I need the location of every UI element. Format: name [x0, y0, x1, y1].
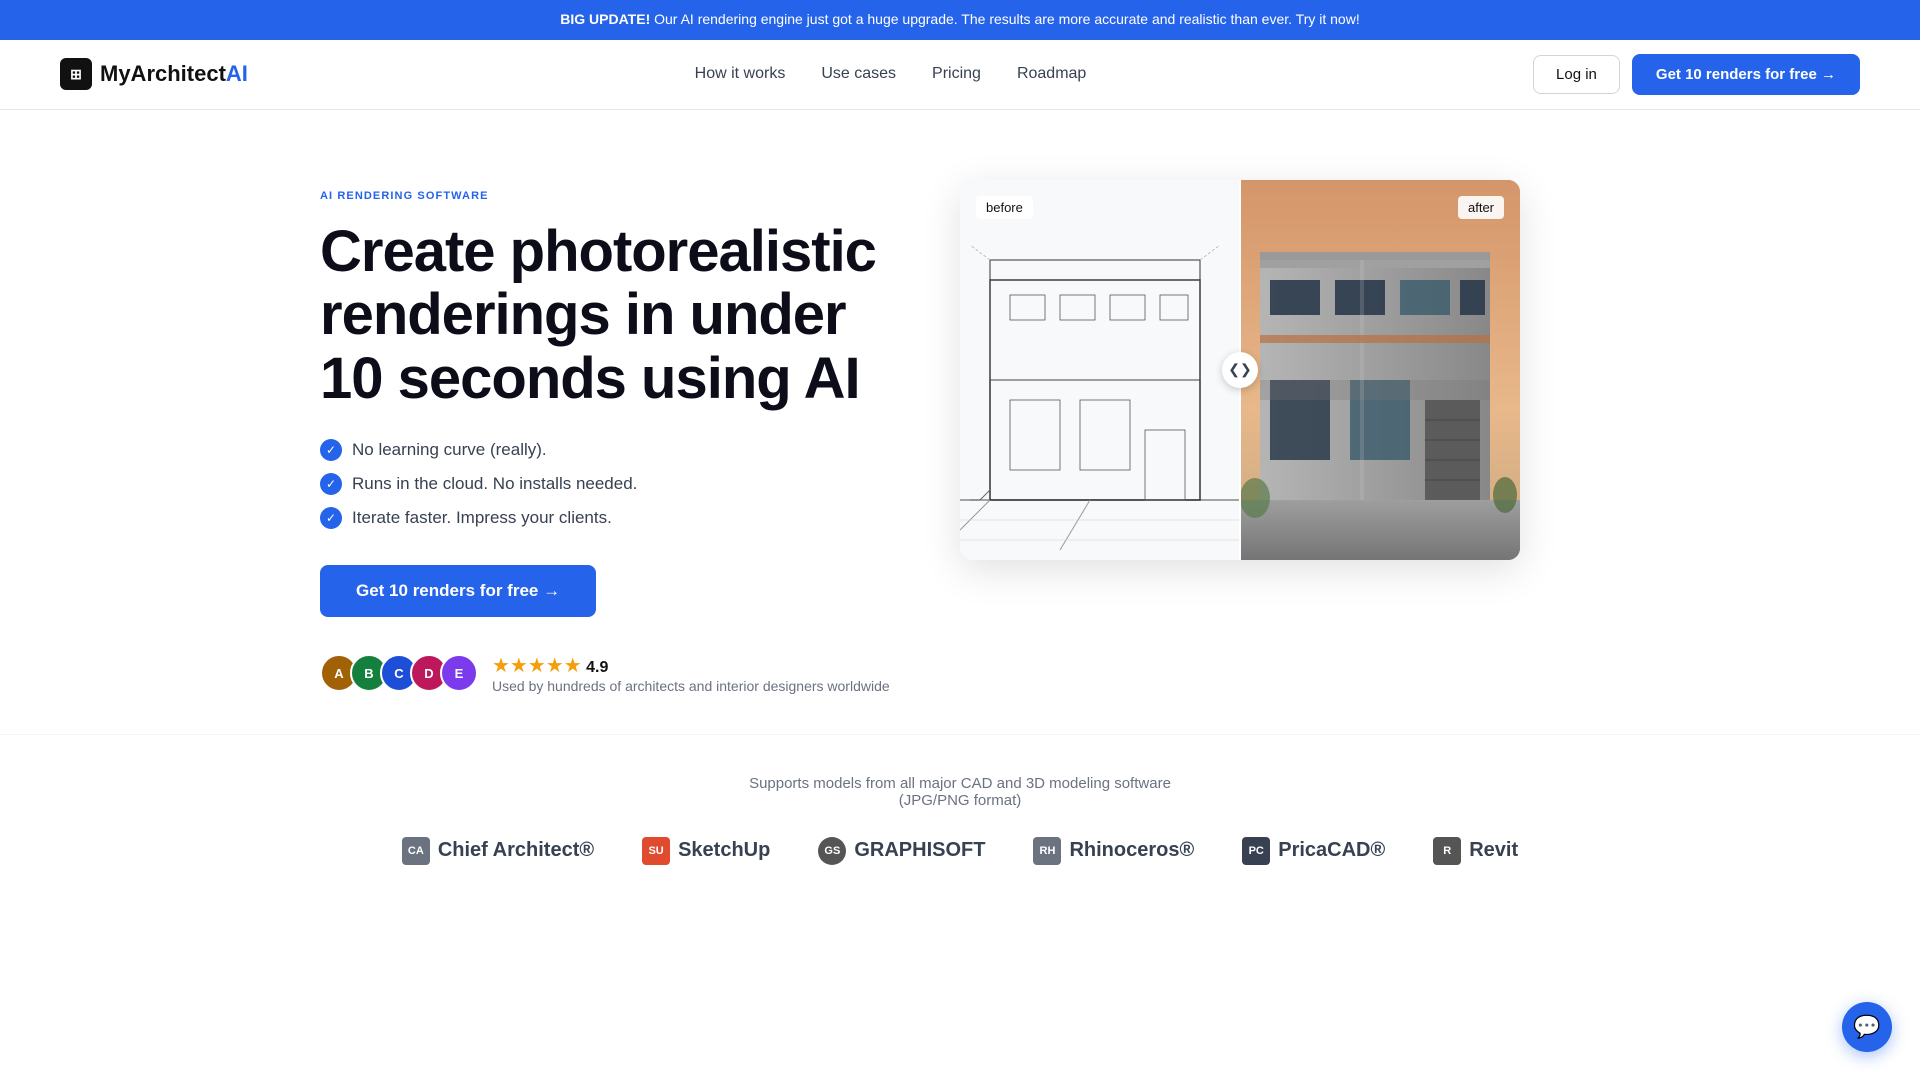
brand-icon-pricacad: PC: [1242, 837, 1270, 865]
hero-badge: AI RENDERING SOFTWARE: [320, 190, 920, 202]
after-half: [1240, 180, 1520, 560]
brand-icon-graphisoft: GS: [818, 837, 846, 865]
rating-text: Used by hundreds of architects and inter…: [492, 678, 890, 694]
hero-features: ✓ No learning curve (really). ✓ Runs in …: [320, 439, 920, 529]
hero-left: AI RENDERING SOFTWARE Create photorealis…: [320, 170, 920, 694]
nav-use-cases[interactable]: Use cases: [821, 65, 896, 82]
feature-1: ✓ No learning curve (really).: [320, 439, 920, 461]
nav-links: How it works Use cases Pricing Roadmap: [695, 65, 1087, 83]
check-icon-3: ✓: [320, 507, 342, 529]
chat-button[interactable]: 💬: [1842, 1002, 1892, 1052]
avatar-5: E: [440, 654, 478, 692]
logo-text: MyArchitectAI: [100, 61, 248, 87]
nav-roadmap[interactable]: Roadmap: [1017, 65, 1086, 82]
brand-rhinoceros: RH Rhinoceros®: [1033, 837, 1194, 865]
social-proof: A B C D E ★★★★★ 4.9 Used by hundreds of …: [320, 653, 920, 694]
before-after-container: ❮❯ before after: [960, 180, 1520, 560]
banner-text: Our AI rendering engine just got a huge …: [654, 11, 1360, 27]
brand-chief-architect: CA Chief Architect®: [402, 837, 594, 865]
check-icon-2: ✓: [320, 473, 342, 495]
brand-revit: R Revit: [1433, 837, 1518, 865]
login-button[interactable]: Log in: [1533, 55, 1620, 94]
brand-icon-rhino: RH: [1033, 837, 1061, 865]
check-icon-1: ✓: [320, 439, 342, 461]
logo-link[interactable]: ⊞ MyArchitectAI: [60, 58, 248, 90]
feature-3: ✓ Iterate faster. Impress your clients.: [320, 507, 920, 529]
banner-bold: BIG UPDATE!: [560, 11, 650, 27]
after-label: after: [1458, 196, 1504, 219]
logo-icon: ⊞: [60, 58, 92, 90]
before-label: before: [976, 196, 1033, 219]
nav-pricing[interactable]: Pricing: [932, 65, 981, 82]
brands-section: Supports models from all major CAD and 3…: [0, 734, 1920, 885]
before-half: [960, 180, 1240, 560]
brands-row: CA Chief Architect® SU SketchUp GS GRAPH…: [60, 837, 1860, 865]
hero-right: ❮❯ before after: [960, 180, 1520, 560]
slider-handle[interactable]: ❮❯: [1222, 352, 1258, 388]
brand-sketchup: SU SketchUp: [642, 837, 770, 865]
brand-icon-chief: CA: [402, 837, 430, 865]
nav-how-it-works[interactable]: How it works: [695, 65, 786, 82]
navbar: ⊞ MyArchitectAI How it works Use cases P…: [0, 40, 1920, 110]
brand-graphisoft: GS GRAPHISOFT: [818, 837, 985, 865]
nav-actions: Log in Get 10 renders for free →: [1533, 54, 1860, 95]
hero-section: AI RENDERING SOFTWARE Create photorealis…: [260, 110, 1660, 734]
brand-pricacad: PC PricaCAD®: [1242, 837, 1385, 865]
brand-icon-revit: R: [1433, 837, 1461, 865]
rating-score: 4.9: [586, 659, 608, 676]
brands-subtitle: Supports models from all major CAD and 3…: [60, 775, 1860, 809]
announcement-banner: BIG UPDATE! Our AI rendering engine just…: [0, 0, 1920, 40]
stars-icon: ★★★★★: [492, 655, 582, 677]
hero-title: Create photorealistic renderings in unde…: [320, 220, 920, 411]
stars-row: ★★★★★ 4.9: [492, 653, 890, 678]
brand-icon-sketchup: SU: [642, 837, 670, 865]
feature-2: ✓ Runs in the cloud. No installs needed.: [320, 473, 920, 495]
hero-cta-button[interactable]: Get 10 renders for free →: [320, 565, 596, 617]
avatars: A B C D E: [320, 654, 478, 692]
nav-cta-button[interactable]: Get 10 renders for free →: [1632, 54, 1860, 95]
rating-block: ★★★★★ 4.9 Used by hundreds of architects…: [492, 653, 890, 694]
